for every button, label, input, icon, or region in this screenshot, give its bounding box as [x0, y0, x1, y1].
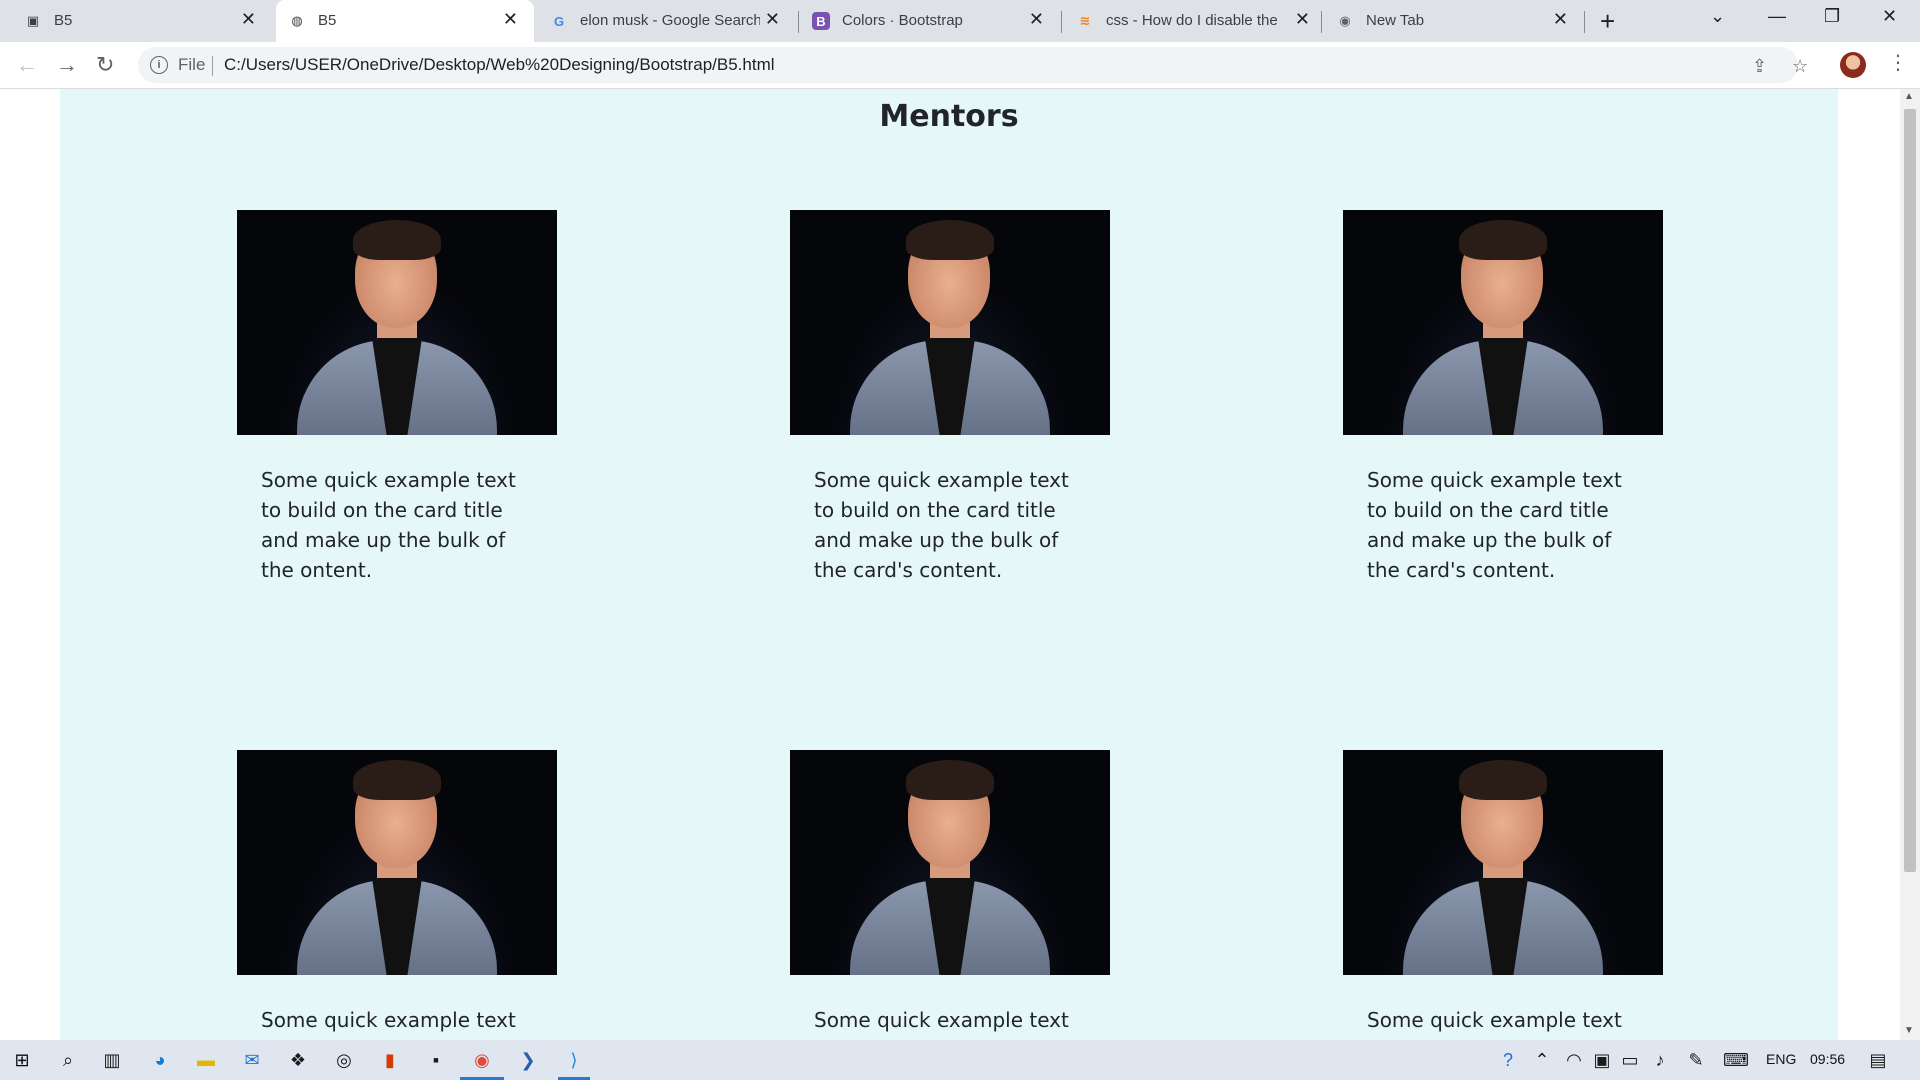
terminal-icon[interactable]: ▪: [424, 1048, 448, 1072]
tab-new-tab[interactable]: ◉ New Tab ✕: [1324, 0, 1584, 42]
tab-separator: [1584, 11, 1585, 33]
stackoverflow-icon: ≋: [1079, 13, 1091, 28]
tab-search-icon[interactable]: ⌄: [1710, 6, 1725, 27]
tab-title: B5: [318, 12, 337, 29]
scroll-down-arrow-icon[interactable]: ▼: [1904, 1025, 1914, 1036]
tab-separator: [1061, 11, 1062, 33]
tab-title: css - How do I disable the b: [1106, 12, 1282, 29]
mentor-card: Some quick example text to: [237, 750, 557, 1040]
tab-google-search[interactable]: G elon musk - Google Search ✕: [538, 0, 796, 42]
reload-icon[interactable]: ↻: [96, 52, 114, 78]
mentor-card: Some quick example text to build on the …: [237, 210, 557, 582]
tab-title: elon musk - Google Search: [580, 12, 760, 29]
tab-stackoverflow[interactable]: ≋ css - How do I disable the b ✕: [1064, 0, 1320, 42]
search-icon[interactable]: ⌕: [56, 1048, 80, 1072]
office-icon[interactable]: ▮: [378, 1048, 402, 1072]
forward-icon[interactable]: →: [56, 52, 78, 78]
notifications-icon[interactable]: ▤: [1866, 1048, 1890, 1072]
tab-strip: ▣ B5 ✕ ◍ B5 ✕ G elon musk - Google Searc…: [0, 0, 1920, 42]
file-explorer-icon[interactable]: ▬: [194, 1048, 218, 1072]
google-icon: G: [553, 13, 565, 29]
mentor-photo: [237, 750, 557, 975]
page-container: Mentors Some quick example text to build…: [60, 89, 1838, 1040]
card-text: Some quick example text to: [261, 1008, 516, 1040]
windows-taskbar: ⊞ ⌕ ▥ ◕ ▬ ✉ ❖ ◎ ▮ ▪ ◉ ❯ ⟩ ? ⌃ ◠ ▣ ▭ ♪ ✎ …: [0, 1040, 1920, 1080]
globe-icon: ◍: [291, 13, 303, 28]
tab-separator: [1321, 11, 1322, 33]
tab-title: B5: [54, 12, 73, 29]
keyboard-icon[interactable]: ⌨: [1723, 1048, 1749, 1072]
windows-start-icon[interactable]: ⊞: [10, 1048, 34, 1072]
close-icon[interactable]: ✕: [1553, 9, 1568, 30]
chrome-icon: ◉: [1339, 13, 1351, 28]
volume-icon[interactable]: ♪: [1648, 1048, 1672, 1072]
minimize-icon[interactable]: —: [1768, 6, 1786, 27]
tab-bootstrap-colors[interactable]: B Colors · Bootstrap ✕: [800, 0, 1060, 42]
powershell-icon[interactable]: ❯: [516, 1048, 540, 1072]
card-text: Some quick example text to build on the …: [261, 468, 516, 582]
mentor-photo: [1343, 210, 1663, 435]
mentor-photo: [790, 210, 1110, 435]
new-tab-button[interactable]: +: [1600, 6, 1615, 37]
dropbox-icon[interactable]: ❖: [286, 1048, 310, 1072]
network-icon[interactable]: ◠: [1562, 1048, 1586, 1072]
menu-dots-icon[interactable]: ⋮: [1888, 50, 1908, 75]
address-scheme: File: [178, 55, 206, 74]
mentor-photo: [237, 210, 557, 435]
info-icon[interactable]: i: [150, 56, 168, 74]
card-text: Some quick example text to build on the …: [814, 468, 1069, 582]
vscode-icon[interactable]: ⟩: [562, 1048, 586, 1072]
address-divider: [212, 56, 213, 76]
card-text: Some quick example text to: [1367, 1008, 1622, 1040]
mentor-photo: [1343, 750, 1663, 975]
language-indicator[interactable]: ENG: [1766, 1051, 1796, 1067]
card-text: Some quick example text to: [814, 1008, 1069, 1040]
task-view-icon[interactable]: ▥: [100, 1048, 124, 1072]
page-viewport: Mentors Some quick example text to build…: [0, 89, 1900, 1040]
tab-title: Colors · Bootstrap: [842, 12, 963, 29]
tab-b5-first[interactable]: ▣ B5 ✕: [0, 0, 272, 42]
scroll-up-arrow-icon[interactable]: ▲: [1904, 91, 1914, 102]
back-icon[interactable]: ←: [16, 52, 38, 78]
tab-title: New Tab: [1366, 12, 1425, 29]
close-icon[interactable]: ✕: [241, 9, 256, 30]
clock[interactable]: 09:56: [1810, 1051, 1845, 1067]
address-url[interactable]: C:/Users/USER/OneDrive/Desktop/Web%20Des…: [224, 55, 775, 75]
mentor-card: Some quick example text to: [790, 750, 1110, 1040]
app-icon[interactable]: ◎: [332, 1048, 356, 1072]
page-title: Mentors: [879, 99, 1019, 134]
close-icon[interactable]: ✕: [765, 9, 780, 30]
chrome-taskbar-icon[interactable]: ◉: [470, 1048, 494, 1072]
address-bar[interactable]: i File C:/Users/USER/OneDrive/Desktop/We…: [138, 47, 1808, 83]
close-icon[interactable]: ✕: [503, 9, 518, 30]
contact-card-icon: ▣: [26, 13, 40, 28]
close-icon[interactable]: ✕: [1295, 9, 1310, 30]
battery-icon[interactable]: ▭: [1618, 1048, 1642, 1072]
mentor-card: Some quick example text to: [1343, 750, 1663, 1040]
mentor-card: Some quick example text to build on the …: [1343, 210, 1663, 582]
edge-icon[interactable]: ◕: [148, 1048, 172, 1072]
scrollbar-thumb[interactable]: [1904, 109, 1916, 872]
show-hidden-icons-icon[interactable]: ⌃: [1530, 1048, 1554, 1072]
share-icon[interactable]: ⇪: [1752, 56, 1767, 77]
tab-separator: [798, 11, 799, 33]
mail-icon[interactable]: ✉: [240, 1048, 264, 1072]
card-text: Some quick example text to build on the …: [1367, 468, 1622, 582]
close-window-icon[interactable]: ✕: [1882, 6, 1897, 27]
mentor-photo: [790, 750, 1110, 975]
tab-b5-active[interactable]: ◍ B5 ✕: [276, 0, 534, 42]
bookmark-star-icon[interactable]: ☆: [1792, 56, 1808, 77]
help-icon[interactable]: ?: [1496, 1048, 1520, 1072]
page-scrollbar[interactable]: ▲ ▼: [1900, 89, 1920, 1040]
bootstrap-icon: B: [812, 12, 830, 30]
profile-avatar[interactable]: [1840, 52, 1866, 78]
display-icon[interactable]: ▣: [1590, 1048, 1614, 1072]
restore-icon[interactable]: ❐: [1824, 6, 1840, 27]
pen-icon[interactable]: ✎: [1684, 1048, 1708, 1072]
browser-toolbar: ← → ↻ i File C:/Users/USER/OneDrive/Desk…: [0, 42, 1920, 89]
mentor-card: Some quick example text to build on the …: [790, 210, 1110, 582]
close-icon[interactable]: ✕: [1029, 9, 1044, 30]
